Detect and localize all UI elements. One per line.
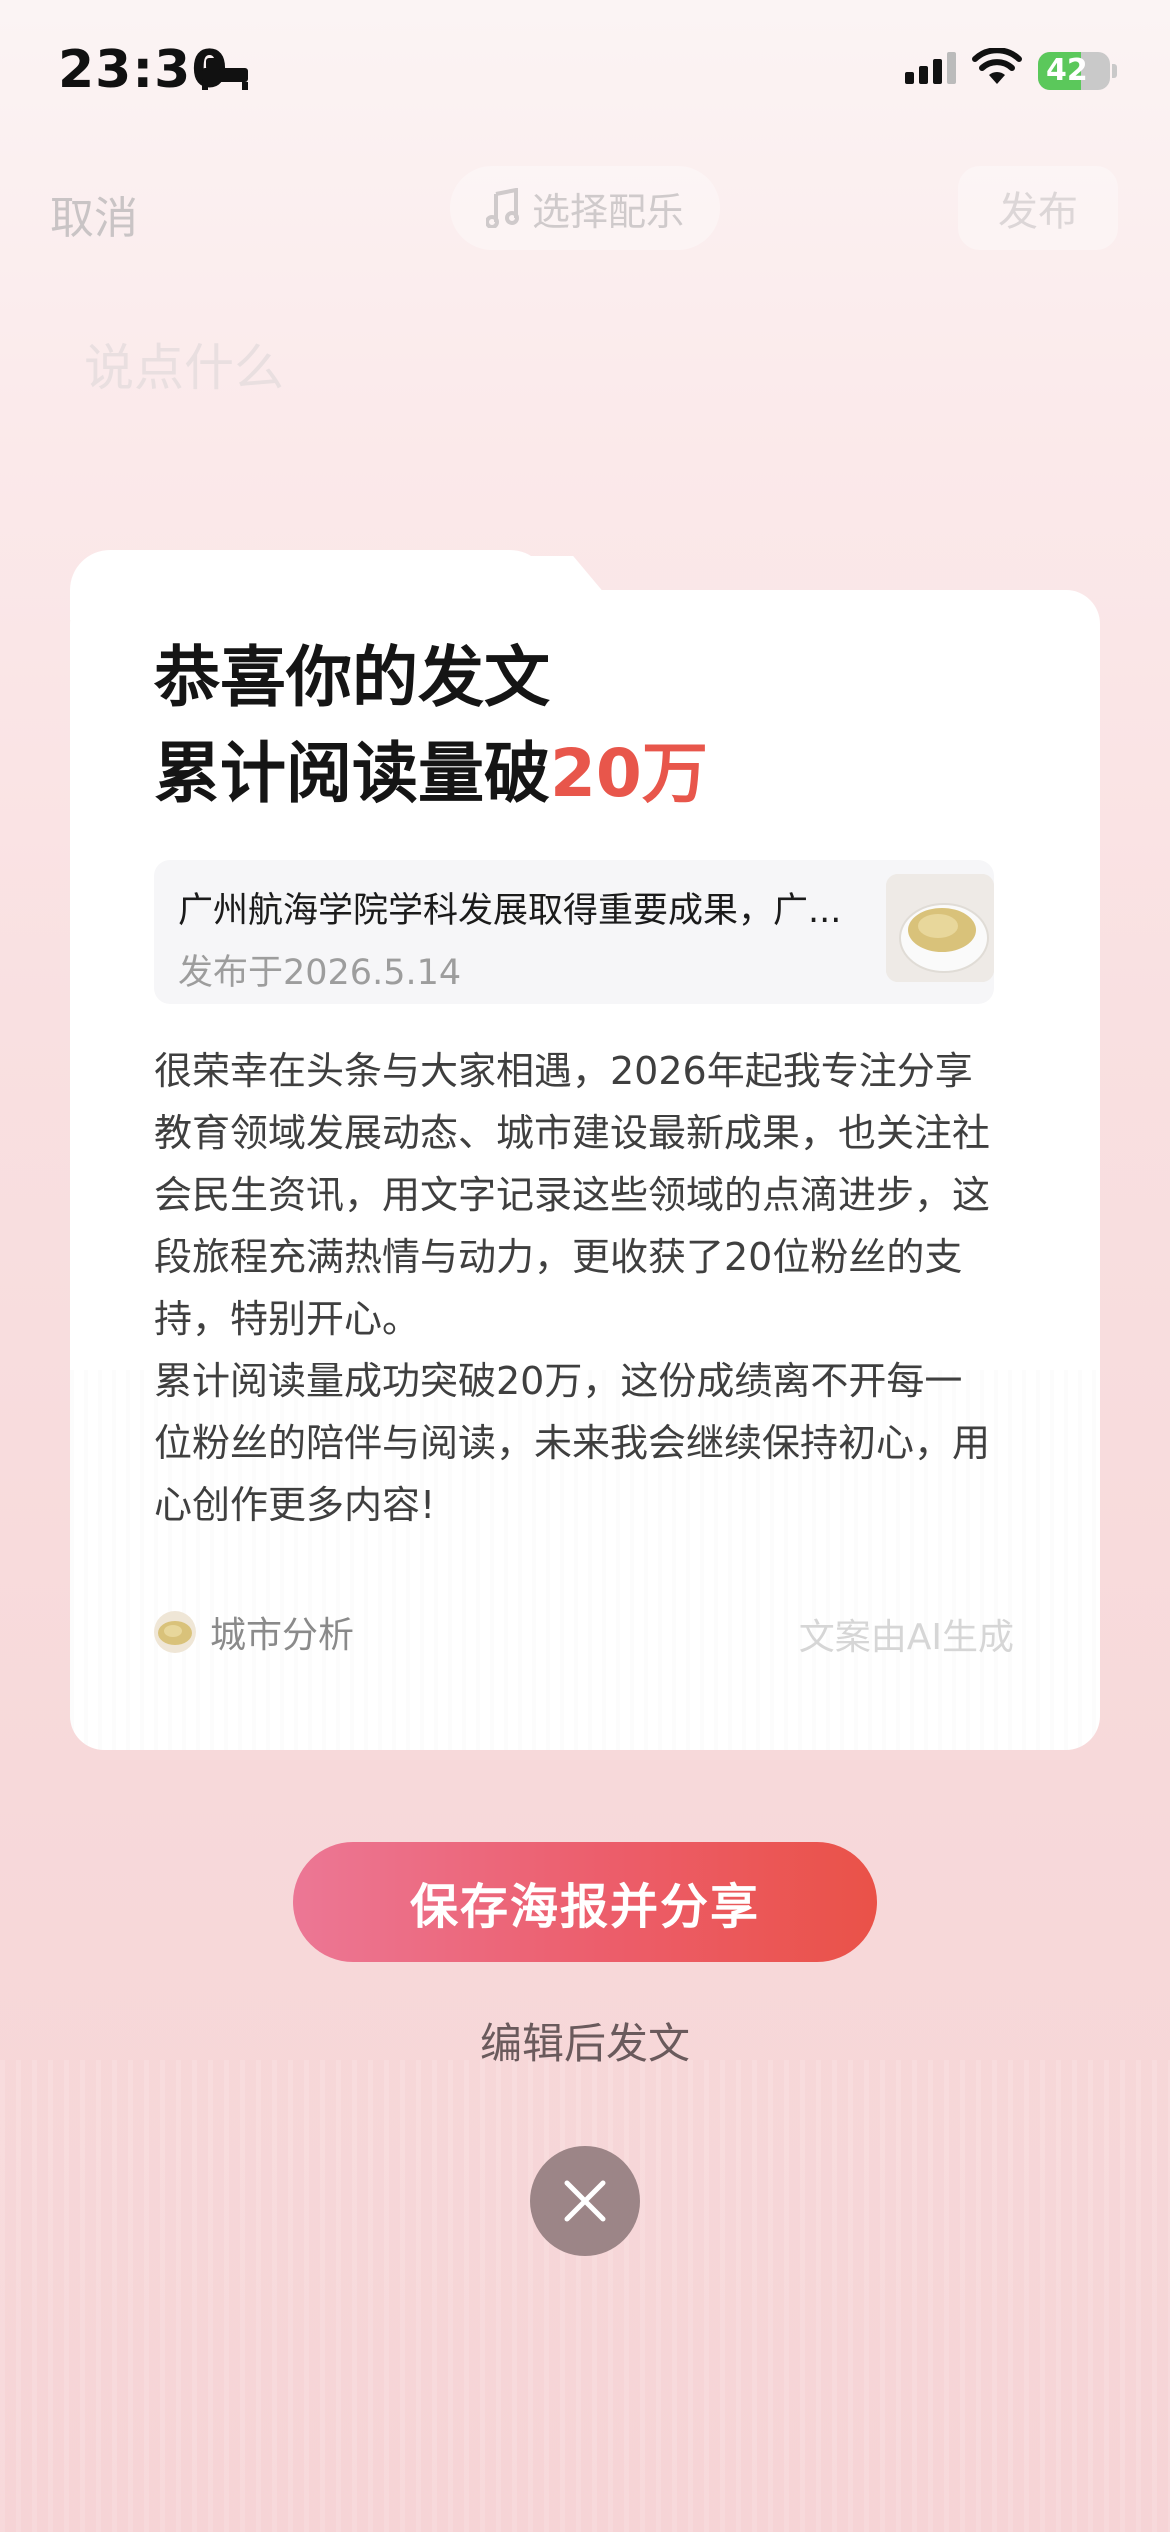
select-music-label: 选择配乐 bbox=[531, 189, 684, 234]
author-avatar bbox=[154, 1611, 196, 1653]
edit-then-post-link[interactable]: 编辑后发文 bbox=[0, 2010, 1170, 2071]
card-body-paragraph-2: 累计阅读量成功突破20万，这份成绩离不开每一位粉丝的陪伴与阅读，未来我会继续保持… bbox=[154, 1359, 991, 1527]
publish-button[interactable]: 发布 bbox=[958, 166, 1118, 250]
tea-cup-image bbox=[886, 874, 994, 982]
top-bar: 取消 选择配乐 发布 bbox=[0, 160, 1170, 260]
author-info: 城市分析 bbox=[154, 1606, 354, 1658]
card-title-line1: 恭喜你的发文 bbox=[154, 639, 550, 716]
article-title: 广州航海学院学科发展取得重要成果，广... bbox=[178, 891, 842, 931]
article-date: 发布于2026.5.14 bbox=[178, 953, 462, 993]
card-title-highlight: 20万 bbox=[550, 735, 708, 812]
cancel-button[interactable]: 取消 bbox=[50, 182, 138, 246]
battery-icon: 42 bbox=[1038, 52, 1110, 90]
author-name: 城市分析 bbox=[210, 1615, 355, 1656]
article-thumbnail bbox=[886, 874, 994, 982]
milestone-card: 恭喜你的发文 累计阅读量破20万 广州航海学院学科发展取得重要成果，广... 发… bbox=[70, 590, 1100, 1750]
card-body: 很荣幸在头条与大家相遇，2026年起我专注分享教育领域发展动态、城市建设最新成果… bbox=[154, 1040, 994, 1536]
wifi-icon bbox=[972, 48, 1022, 84]
music-note-icon bbox=[485, 188, 519, 228]
compose-input[interactable]: 说点什么 bbox=[84, 328, 284, 400]
card-body-paragraph-1: 很荣幸在头条与大家相遇，2026年起我专注分享教育领域发展动态、城市建设最新成果… bbox=[154, 1049, 991, 1341]
ai-generated-note: 文案由AI生成 bbox=[798, 1617, 1014, 1658]
close-button[interactable] bbox=[530, 2146, 640, 2256]
battery-level: 42 bbox=[1046, 53, 1088, 88]
card-title-line2: 累计阅读量破 bbox=[154, 735, 550, 812]
card-title: 恭喜你的发文 累计阅读量破20万 bbox=[154, 630, 708, 822]
close-icon bbox=[564, 2180, 606, 2222]
select-music-button[interactable]: 选择配乐 bbox=[450, 166, 720, 250]
bed-icon bbox=[202, 58, 248, 90]
status-bar: 23:30 42 bbox=[0, 0, 1170, 150]
article-preview[interactable]: 广州航海学院学科发展取得重要成果，广... 发布于2026.5.14 bbox=[154, 860, 994, 1004]
save-poster-share-button[interactable]: 保存海报并分享 bbox=[293, 1842, 877, 1962]
